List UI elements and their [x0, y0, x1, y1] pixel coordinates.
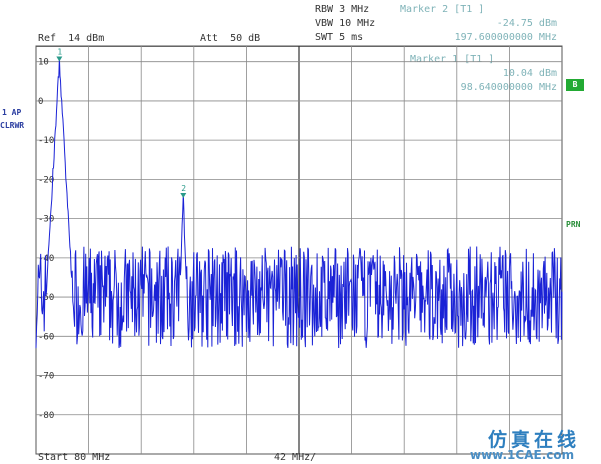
y-tick-label: -10 — [38, 136, 54, 146]
y-tick-label: -80 — [38, 411, 54, 421]
marker-2-label: 2 — [181, 184, 186, 193]
span-per-div: 42 MHz/ — [274, 452, 317, 463]
y-tick-label: 10 — [38, 58, 49, 68]
watermark-url: www.1CAE.com — [470, 448, 575, 462]
spectrum-plot: 100-10-20-30-40-50-60-70-80 12 — [35, 45, 563, 455]
y-tick-label: -60 — [38, 332, 54, 342]
y-tick-labels: 100-10-20-30-40-50-60-70-80 — [38, 58, 54, 421]
y-tick-label: -70 — [38, 372, 54, 382]
marker-1-triangle — [56, 56, 63, 62]
marker-layer: 12 — [56, 48, 187, 199]
marker-2-triangle — [180, 193, 187, 199]
start-frequency: Start 80 MHz — [38, 452, 111, 463]
y-tick-label: -20 — [38, 175, 54, 185]
y-tick-label: -30 — [38, 215, 54, 225]
y-tick-label: 0 — [38, 97, 43, 107]
marker-1-label: 1 — [57, 48, 62, 57]
